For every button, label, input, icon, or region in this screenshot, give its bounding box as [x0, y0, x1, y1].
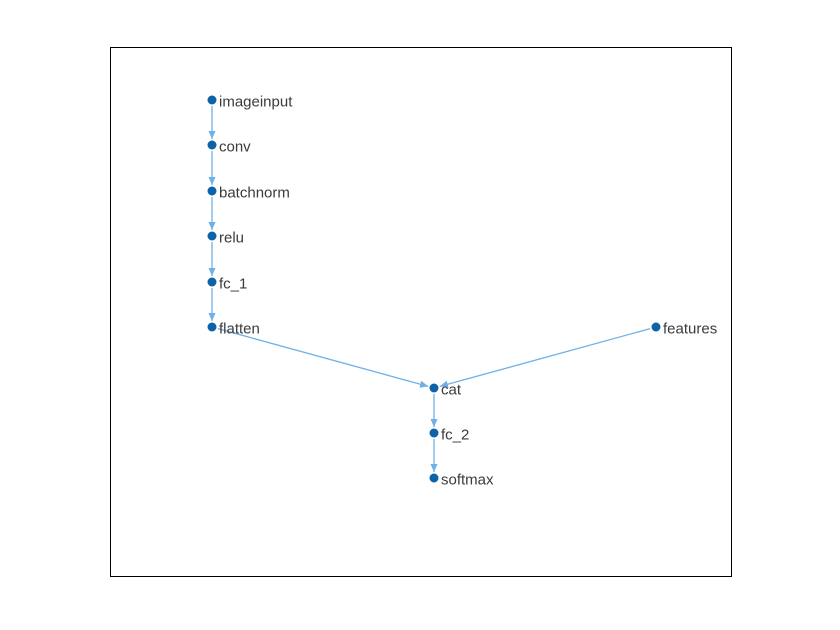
node-cat [430, 384, 439, 393]
node-label-cat: cat [441, 382, 461, 399]
node-label-conv: conv [219, 139, 251, 156]
node-imageinput [208, 96, 217, 105]
node-conv [208, 141, 217, 150]
node-label-batchnorm: batchnorm [219, 185, 290, 202]
node-features [652, 323, 661, 332]
edges-layer [111, 48, 731, 576]
node-label-features: features [663, 321, 717, 338]
node-flatten [208, 323, 217, 332]
node-softmax [430, 474, 439, 483]
node-label-relu: relu [219, 230, 244, 247]
node-batchnorm [208, 187, 217, 196]
node-label-fc_2: fc_2 [441, 427, 469, 444]
node-label-fc_1: fc_1 [219, 276, 247, 293]
node-fc_2 [430, 429, 439, 438]
node-label-flatten: flatten [219, 321, 260, 338]
edge-features-cat [440, 329, 650, 387]
node-label-imageinput: imageinput [219, 94, 292, 111]
node-label-softmax: softmax [441, 472, 494, 489]
diagram-canvas: imageinput conv batchnorm relu fc_1flatten fe… [110, 47, 732, 577]
node-relu [208, 232, 217, 241]
node-fc_1 [208, 278, 217, 287]
